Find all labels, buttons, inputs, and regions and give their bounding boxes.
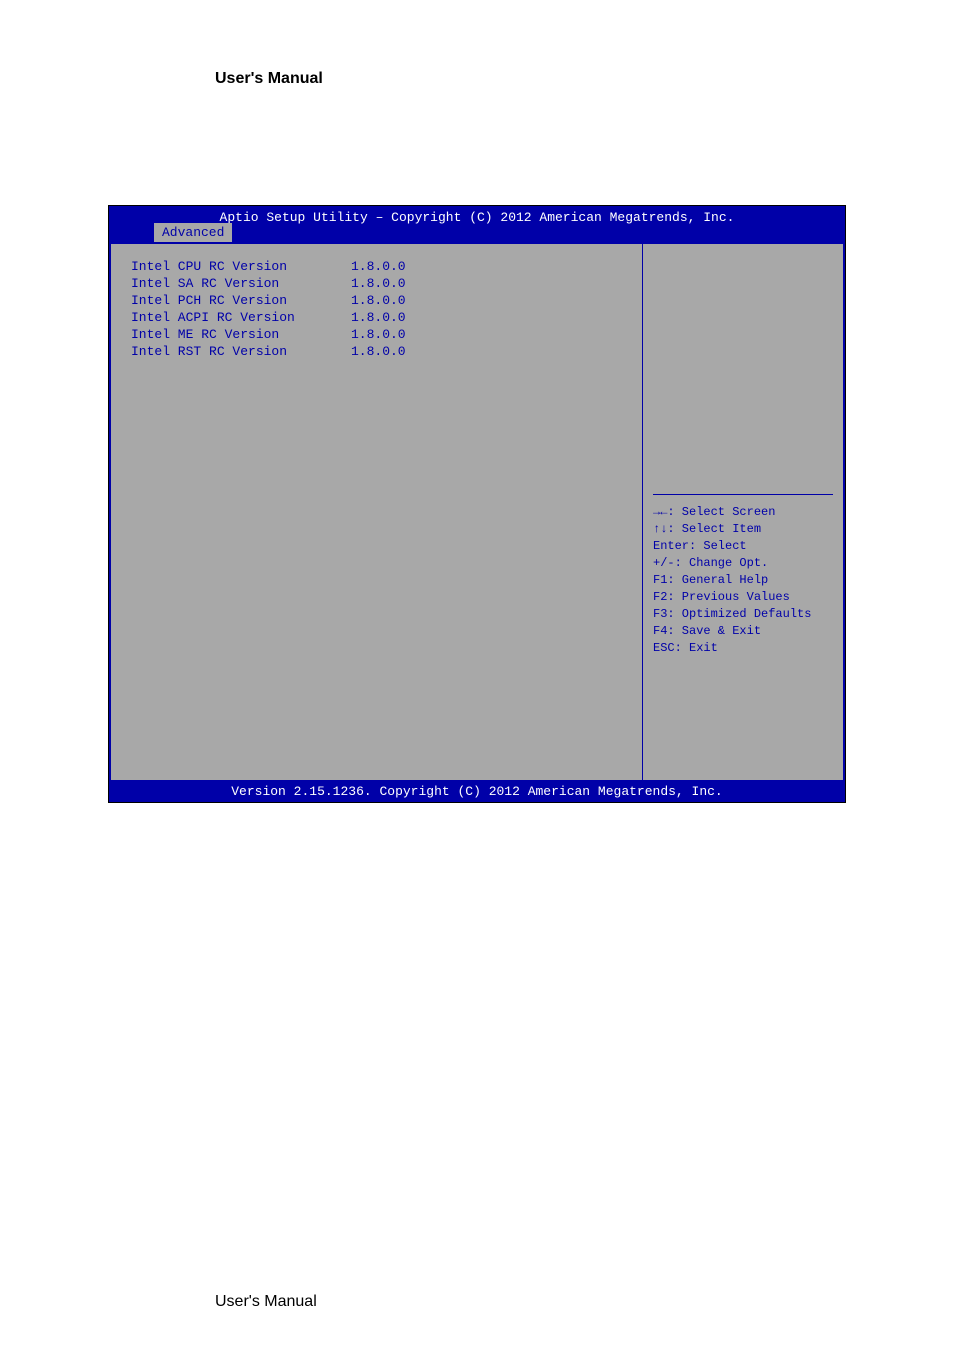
help-item: →←: Select Screen <box>653 504 811 521</box>
bios-row-label: Intel CPU RC Version <box>131 258 351 275</box>
bios-row-value: 1.8.0.0 <box>351 343 622 360</box>
bios-help-list: →←: Select Screen ↑↓: Select Item Enter:… <box>653 504 811 657</box>
bios-row-label: Intel ME RC Version <box>131 326 351 343</box>
bios-row-label: Intel PCH RC Version <box>131 292 351 309</box>
help-item: F1: General Help <box>653 572 811 589</box>
help-item: +/-: Change Opt. <box>653 555 811 572</box>
bios-main-panel: Intel CPU RC Version 1.8.0.0 Intel SA RC… <box>111 244 643 780</box>
bios-row-value: 1.8.0.0 <box>351 309 622 326</box>
bios-help-panel: →←: Select Screen ↑↓: Select Item Enter:… <box>643 244 843 780</box>
bios-footer: Version 2.15.1236. Copyright (C) 2012 Am… <box>109 782 845 802</box>
help-item: ESC: Exit <box>653 640 811 657</box>
help-item: F3: Optimized Defaults <box>653 606 811 623</box>
help-item: F4: Save & Exit <box>653 623 811 640</box>
bios-row-label: Intel ACPI RC Version <box>131 309 351 326</box>
page-header: User's Manual <box>215 70 323 88</box>
bios-row-label: Intel RST RC Version <box>131 343 351 360</box>
bios-row: Intel ME RC Version 1.8.0.0 <box>131 326 622 343</box>
bios-row-value: 1.8.0.0 <box>351 326 622 343</box>
bios-row: Intel ACPI RC Version 1.8.0.0 <box>131 309 622 326</box>
bios-tab-advanced: Advanced <box>154 223 232 242</box>
bios-row-value: 1.8.0.0 <box>351 275 622 292</box>
bios-row-label: Intel SA RC Version <box>131 275 351 292</box>
bios-title-bar: Aptio Setup Utility – Copyright (C) 2012… <box>109 206 845 242</box>
help-item: F2: Previous Values <box>653 589 811 606</box>
help-item: ↑↓: Select Item <box>653 521 811 538</box>
divider <box>653 494 833 495</box>
page-footer: User's Manual <box>215 1293 317 1311</box>
bios-row: Intel RST RC Version 1.8.0.0 <box>131 343 622 360</box>
bios-row: Intel PCH RC Version 1.8.0.0 <box>131 292 622 309</box>
bios-screenshot: Aptio Setup Utility – Copyright (C) 2012… <box>108 205 846 803</box>
help-item: Enter: Select <box>653 538 811 555</box>
bios-row-value: 1.8.0.0 <box>351 292 622 309</box>
bios-row: Intel CPU RC Version 1.8.0.0 <box>131 258 622 275</box>
bios-body: Intel CPU RC Version 1.8.0.0 Intel SA RC… <box>109 242 845 782</box>
bios-row: Intel SA RC Version 1.8.0.0 <box>131 275 622 292</box>
bios-row-value: 1.8.0.0 <box>351 258 622 275</box>
